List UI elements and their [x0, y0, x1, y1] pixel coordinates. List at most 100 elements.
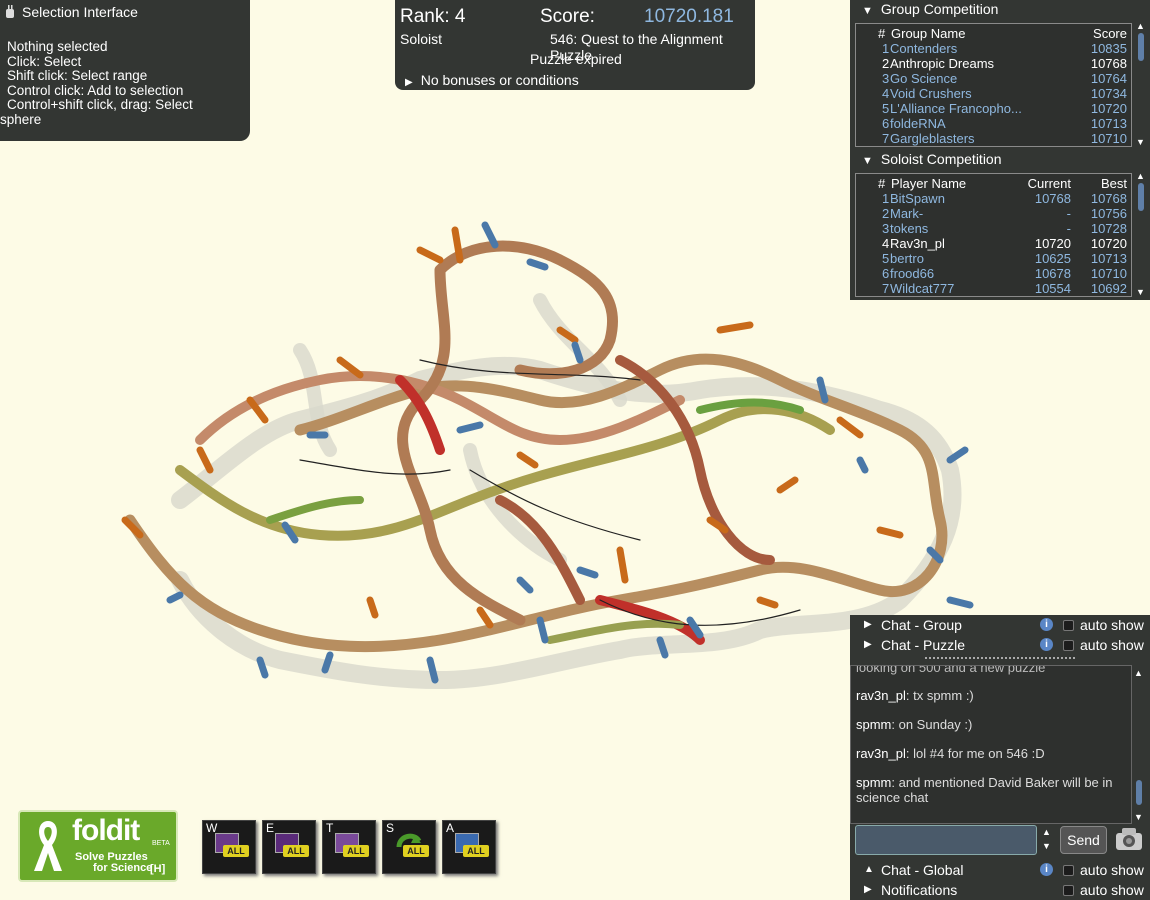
auto-show-label: auto show [1080, 617, 1144, 633]
auto-show-checkbox[interactable] [1063, 885, 1074, 896]
send-button[interactable]: Send [1060, 826, 1107, 854]
auto-show-checkbox[interactable] [1063, 640, 1074, 651]
notifications-row[interactable]: ▶ Notifications auto show [850, 880, 1150, 900]
scroll-down-icon[interactable]: ▼ [1134, 812, 1143, 822]
group-rank: 2 [882, 56, 890, 71]
group-row[interactable]: 1 Contenders 10835 [856, 41, 1131, 56]
chat-author[interactable]: rav3n_pl [856, 746, 906, 761]
scroll-down-icon[interactable]: ▼ [1136, 287, 1145, 297]
group-scrollbar[interactable]: ▲ ▼ [1135, 21, 1147, 147]
soloist-row[interactable]: 2 Mark- - 10756 [856, 206, 1131, 221]
info-icon[interactable]: i [1040, 618, 1053, 631]
soloist-row[interactable]: 1 BitSpawn 10768 10768 [856, 191, 1131, 206]
selection-interface-panel: Selection Interface Nothing selected Cli… [0, 0, 250, 141]
player-best: 10728 [1090, 221, 1127, 236]
tweak-all-button[interactable]: T ALL [322, 820, 376, 874]
player-name: BitSpawn [890, 191, 945, 206]
tool-hotkey: T [326, 821, 334, 835]
group-rank: 7 [882, 131, 890, 146]
auto-show-label: auto show [1080, 862, 1144, 878]
tool-badge: ALL [403, 845, 429, 857]
wiggle-all-button[interactable]: W ALL [202, 820, 256, 874]
play-mode: Soloist [400, 31, 443, 47]
chat-log: looking on 500 and a new puzzle rav3n_pl… [850, 665, 1132, 824]
group-row[interactable]: 6 foldeRNA 10713 [856, 116, 1131, 131]
foldit-logo-button[interactable]: foldit BETA Solve Puzzles for Science [H] [18, 810, 178, 882]
chat-text: : lol #4 for me on 546 :D [905, 746, 1045, 761]
chat-text: : on Sunday :) [891, 717, 973, 732]
selection-title[interactable]: Selection Interface [4, 4, 138, 20]
selection-help-sphere: sphere [0, 111, 42, 127]
chat-resize-handle[interactable] [925, 657, 1075, 662]
soloist-scrollbar[interactable]: ▲ ▼ [1135, 171, 1147, 297]
chat-author[interactable]: spmm [856, 775, 891, 790]
player-best: 10692 [1090, 281, 1127, 296]
group-row[interactable]: 4 Void Crushers 10734 [856, 86, 1131, 101]
group-name: Go Science [890, 71, 958, 86]
scroll-thumb[interactable] [1138, 33, 1144, 61]
soloist-row[interactable]: 7 Wildcat777 10554 10692 [856, 281, 1131, 296]
scroll-up-icon[interactable]: ▲ [1136, 21, 1145, 31]
group-row[interactable]: 7 Gargleblasters 10710 [856, 131, 1131, 146]
notifications-label: Notifications [881, 882, 958, 898]
align-all-button[interactable]: A ALL [442, 820, 496, 874]
scroll-thumb[interactable] [1136, 780, 1142, 805]
camera-icon[interactable] [1114, 825, 1144, 853]
chat-author[interactable]: spmm [856, 717, 891, 732]
soloist-table: # Player Name Current Best 1 BitSpawn 1076… [855, 173, 1132, 297]
col-hash: # [878, 176, 886, 191]
group-score: 10720 [1090, 101, 1127, 116]
expand-arrow-icon: ▶ [864, 639, 872, 650]
chat-scrollbar[interactable]: ▲ ▼ [1133, 668, 1145, 822]
scroll-up-icon[interactable]: ▲ [1134, 668, 1143, 678]
chat-puzzle-row[interactable]: ▶ Chat - Puzzle i auto show [850, 635, 1150, 655]
auto-show-label: auto show [1080, 882, 1144, 898]
soloist-row[interactable]: 4 Rav3n_pl 10720 10720 [856, 236, 1131, 251]
group-row[interactable]: 2 Anthropic Dreams 10768 [856, 56, 1131, 71]
player-current: - [1066, 221, 1071, 236]
soloist-row[interactable]: 3 tokens - 10728 [856, 221, 1131, 236]
auto-show-label: auto show [1080, 637, 1144, 653]
scroll-down-icon[interactable]: ▼ [1136, 137, 1145, 147]
chat-history-arrows[interactable]: ▲ ▼ [1042, 825, 1051, 853]
info-icon[interactable]: i [1040, 638, 1053, 651]
group-name: L'Alliance Francopho... [890, 101, 1022, 116]
rebuild-all-button[interactable]: S ALL [382, 820, 436, 874]
player-rank: 2 [882, 206, 890, 221]
chat-panel: ▶ Chat - Group i auto show ▶ Chat - Puzz… [850, 615, 1150, 900]
group-row[interactable]: 5 L'Alliance Francopho... 10720 [856, 101, 1131, 116]
group-rank: 5 [882, 101, 890, 116]
soloist-row[interactable]: 5 bertro 10625 10713 [856, 251, 1131, 266]
bonus-toggle[interactable]: ▶ No bonuses or conditions [405, 72, 579, 88]
soloist-competition-header[interactable]: ▼ Soloist Competition [862, 151, 1002, 167]
soloist-competition-panel: ▼ Soloist Competition # Player Name Curre… [850, 150, 1150, 300]
auto-show-checkbox[interactable] [1063, 620, 1074, 631]
chat-global-row[interactable]: ▲ Chat - Global i auto show [850, 860, 1150, 880]
soloist-row[interactable]: 6 frood66 10678 10710 [856, 266, 1131, 281]
chat-input[interactable] [855, 825, 1037, 855]
player-rank: 1 [882, 191, 890, 206]
group-competition-header[interactable]: ▼ Group Competition [862, 1, 998, 17]
scroll-thumb[interactable] [1138, 183, 1144, 211]
scroll-up-icon[interactable]: ▲ [1136, 171, 1145, 181]
expand-arrow-icon: ▶ [864, 619, 872, 630]
tool-hotkey: E [266, 821, 275, 835]
chat-group-row[interactable]: ▶ Chat - Group i auto show [850, 615, 1150, 635]
player-name: tokens [890, 221, 929, 236]
chat-group-label: Chat - Group [881, 617, 962, 633]
group-score: 10835 [1090, 41, 1127, 56]
shake-all-button[interactable]: E ALL [262, 820, 316, 874]
col-score: Score [1093, 26, 1127, 41]
col-group-name: Group Name [891, 26, 966, 41]
player-best: 10768 [1090, 191, 1127, 206]
col-player-name: Player Name [891, 176, 967, 191]
chat-author[interactable]: rav3n_pl [856, 688, 906, 703]
info-icon[interactable]: i [1040, 863, 1053, 876]
collapse-arrow-icon: ▼ [862, 5, 873, 17]
auto-show-checkbox[interactable] [1063, 865, 1074, 876]
group-row[interactable]: 3 Go Science 10764 [856, 71, 1131, 86]
group-rank: 6 [882, 116, 890, 131]
collapse-arrow-icon: ▼ [862, 155, 873, 167]
soloist-table-header: # Player Name Current Best [856, 176, 1131, 191]
logo-tagline-2: for Science [93, 862, 153, 874]
